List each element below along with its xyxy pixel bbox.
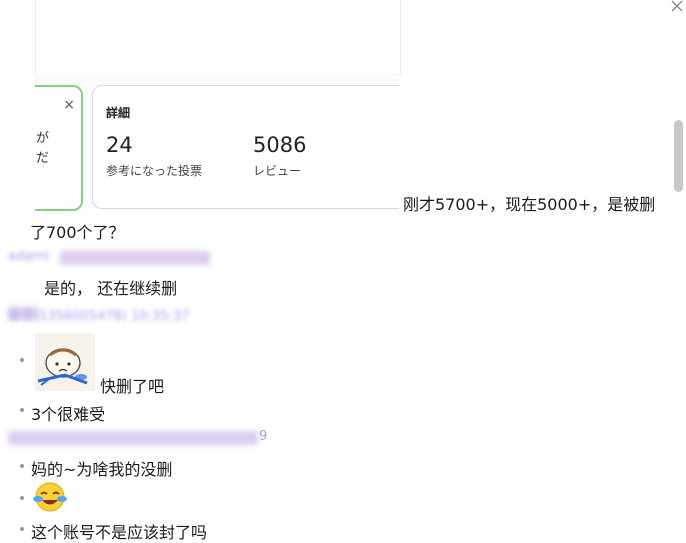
message-text: 3个很难受 <box>31 405 106 424</box>
detail-title: 詳細 <box>106 106 131 120</box>
crying-sticker-icon <box>35 333 95 391</box>
sender-name: 9 <box>259 429 268 444</box>
helpful-votes-value: 24 <box>106 133 133 157</box>
list-bullet <box>20 464 24 468</box>
redacted-info <box>8 431 258 445</box>
crying-laughing-emoji-icon <box>33 481 67 513</box>
list-bullet <box>20 408 24 412</box>
scrollbar-thumb[interactable] <box>674 120 683 192</box>
message-text: 是的， 还在继续删 <box>44 279 178 298</box>
message-text: 了700个了？ <box>30 223 125 242</box>
list-bullet <box>20 527 24 531</box>
close-icon: × <box>63 97 75 113</box>
partial-card: × が だ <box>35 85 83 211</box>
embedded-screenshot: × が だ 詳細 24 参考になった投票 5086 レビュー <box>35 74 399 211</box>
window-close-icon[interactable] <box>671 0 683 16</box>
detail-card: 詳細 24 参考になった投票 5086 レビュー <box>92 85 399 209</box>
reviews-label: レビュー <box>253 164 302 178</box>
redacted-info <box>60 251 210 265</box>
sender-name: adam( <box>8 249 50 264</box>
message-text: 刚才5700+，现在5000+，是被删 <box>403 195 656 214</box>
partial-card-text: が <box>36 131 50 146</box>
reviews-value: 5086 <box>253 133 307 157</box>
helpful-votes-label: 参考になった投票 <box>106 164 203 178</box>
message-text: 快删了吧 <box>100 377 165 396</box>
partial-card-text: だ <box>36 151 50 166</box>
message-text: 妈的~为啥我的没删 <box>31 460 173 479</box>
list-bullet <box>20 496 24 500</box>
redacted-info <box>8 307 38 319</box>
message-text: 这个账号不是应该封了吗 <box>31 523 208 542</box>
embedded-screenshot-top <box>35 0 401 75</box>
list-bullet <box>20 358 24 362</box>
